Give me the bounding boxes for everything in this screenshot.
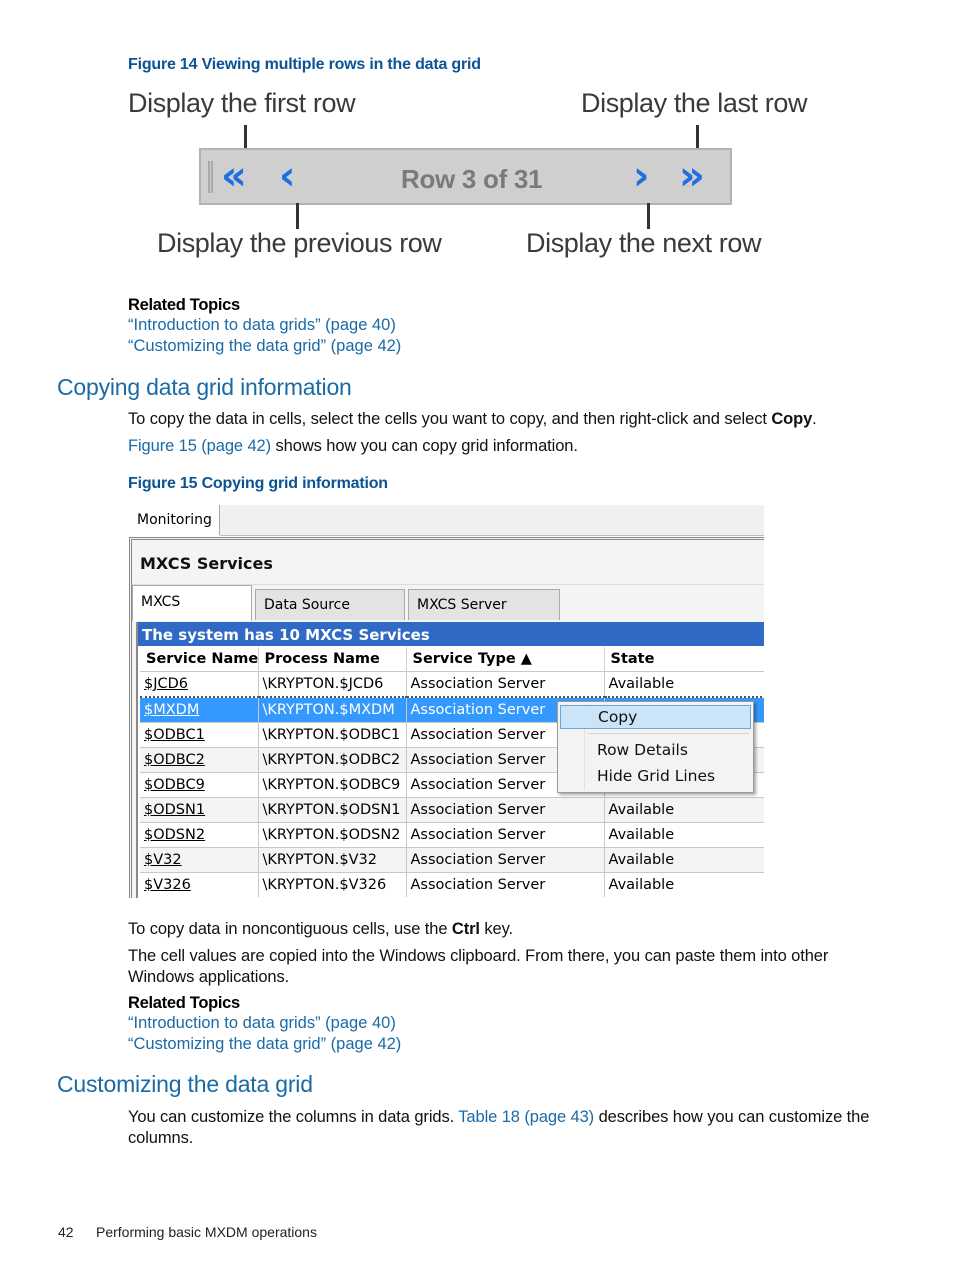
cell-service-name[interactable]: $ODBC1 [140,722,259,748]
cell-service-type: Association Server [406,847,605,873]
label-last-row: Display the last row [581,88,808,118]
callout-line-previous [296,203,299,229]
page-number: 42 [58,1224,74,1240]
cell-state: Available [604,847,764,873]
menu-item-row-details[interactable]: Row Details [560,738,751,762]
related-topics-heading: Related Topics [128,994,240,1012]
cell-service-name[interactable]: $JCD6 [140,671,259,697]
copying-paragraph-1: To copy the data in cells, select the ce… [128,409,888,430]
figure-14-caption: Figure 14 Viewing multiple rows in the d… [128,56,481,73]
copying-paragraph-2: Figure 15 (page 42) shows how you can co… [128,436,888,457]
label-previous-row: Display the previous row [157,228,442,258]
link-customizing-the-data-grid[interactable]: “Customizing the data grid” (page 42) [128,336,401,357]
cell-process-name: \KRYPTON.$V326 [258,872,407,897]
grid-banner: The system has 10 MXCS Services [138,622,764,646]
table-row[interactable]: $ODSN2 \KRYPTON.$ODSN2 Association Server A… [140,822,764,848]
double-chevron-right-icon: » [679,153,705,199]
cell-service-name[interactable]: $MXDM [140,696,259,723]
link-introduction-to-data-grids[interactable]: “Introduction to data grids” (page 40) [128,315,401,336]
table-row[interactable]: $ODSN1 \KRYPTON.$ODSN1 Association Server A… [140,797,764,823]
next-row-button[interactable]: › [633,156,651,196]
previous-row-button[interactable]: ‹ [279,156,297,196]
row-position-status: Row 3 of 31 [401,164,543,194]
link-table-18[interactable]: Table 18 (page 43) [458,1108,594,1126]
cell-process-name: \KRYPTON.$V32 [258,847,407,873]
chevron-left-icon: ‹ [279,153,297,199]
cell-service-type: Association Server [406,797,605,823]
grid-header-row: Service Name Process Name Service Type ▲… [140,647,764,672]
related-topics-2: Related Topics “Introduction to data gri… [128,994,401,1055]
cell-process-name: \KRYPTON.$ODSN1 [258,797,407,823]
context-menu: Copy Row Details Hide Grid Lines [557,701,754,793]
cell-service-name[interactable]: $ODBC9 [140,772,259,798]
cell-process-name: \KRYPTON.$MXDM [258,696,407,723]
panel-title: MXCS Services [140,554,273,573]
link-figure-15[interactable]: Figure 15 (page 42) [128,437,271,455]
link-introduction-to-data-grids[interactable]: “Introduction to data grids” (page 40) [128,1013,401,1034]
cell-service-name[interactable]: $V326 [140,872,259,897]
column-header-process-name[interactable]: Process Name [258,647,407,672]
tab-strip [220,505,764,536]
cell-process-name: \KRYPTON.$ODBC1 [258,722,407,748]
text: . [812,410,817,428]
cell-state: Available [604,671,764,697]
tab-monitoring[interactable]: Monitoring [128,505,220,535]
ctrl-emphasis: Ctrl [451,920,480,938]
cell-process-name: \KRYPTON.$ODSN2 [258,822,407,848]
cell-service-name[interactable]: $ODSN1 [140,797,259,823]
text: shows how you can copy grid information. [271,437,578,455]
double-chevron-left-icon: « [221,153,247,199]
cell-state: Available [604,872,764,897]
cell-service-type: Association Server [406,872,605,897]
cell-state: Available [604,797,764,823]
cell-service-name[interactable]: $V32 [140,847,259,873]
column-header-state[interactable]: State [604,647,764,672]
label-first-row: Display the first row [128,88,356,118]
grip-handle[interactable] [208,161,213,193]
related-topics-heading: Related Topics [128,296,240,314]
text: You can customize the columns in data gr… [128,1108,459,1126]
cell-process-name: \KRYPTON.$JCD6 [258,671,407,697]
callout-line-next [647,203,650,229]
subtab-mxcs-services[interactable]: MXCS Services [132,585,252,642]
table-row[interactable]: $V32 \KRYPTON.$V32 Association Server Avail… [140,847,764,873]
last-row-button[interactable]: » [679,156,705,196]
cell-service-name[interactable]: $ODBC2 [140,747,259,773]
ctrl-paragraph: To copy data in noncontiguous cells, use… [128,919,888,940]
row-navigation-bar: « ‹ Row 3 of 31 › » [199,148,732,205]
clipboard-paragraph: The cell values are copied into the Wind… [128,947,829,986]
column-header-service-name[interactable]: Service Name [140,647,259,672]
cell-process-name: \KRYPTON.$ODBC9 [258,772,407,798]
chapter-title: Performing basic MXDM operations [96,1224,317,1240]
menu-separator [588,733,749,734]
cell-service-name[interactable]: $ODSN2 [140,822,259,848]
copy-emphasis: Copy [771,410,813,428]
link-customizing-the-data-grid[interactable]: “Customizing the data grid” (page 42) [128,1034,401,1055]
table-row[interactable]: $JCD6 \KRYPTON.$JCD6 Association Server Ava… [140,671,764,697]
text: To copy data in noncontiguous cells, use… [128,920,452,938]
menu-item-copy[interactable]: Copy [560,705,751,729]
menu-item-hide-grid-lines[interactable]: Hide Grid Lines [560,764,751,788]
figure-15-caption: Figure 15 Copying grid information [128,475,388,492]
table-row[interactable]: $V326 \KRYPTON.$V326 Association Server Ava… [140,872,764,897]
label-next-row: Display the next row [526,228,762,258]
subtab-data-source-status[interactable]: Data Source Status [255,589,405,644]
related-topics-1: Related Topics “Introduction to data gri… [128,296,401,357]
chevron-right-icon: › [633,153,651,199]
first-row-button[interactable]: « [221,156,247,196]
text: To copy the data in cells, select the ce… [128,410,772,428]
subtab-mxcs-server-status[interactable]: MXCS Server Status [408,589,560,644]
cell-service-type: Association Server [406,822,605,848]
column-header-service-type[interactable]: Service Type ▲ [406,647,605,672]
cell-service-type: Association Server [406,671,605,697]
customizing-paragraph: You can customize the columns in data gr… [128,1107,878,1149]
text: key. [479,920,514,938]
cell-process-name: \KRYPTON.$ODBC2 [258,747,407,773]
cell-state: Available [604,822,764,848]
section-heading-customizing: Customizing the data grid [57,1071,313,1097]
section-heading-copying: Copying data grid information [57,374,352,400]
